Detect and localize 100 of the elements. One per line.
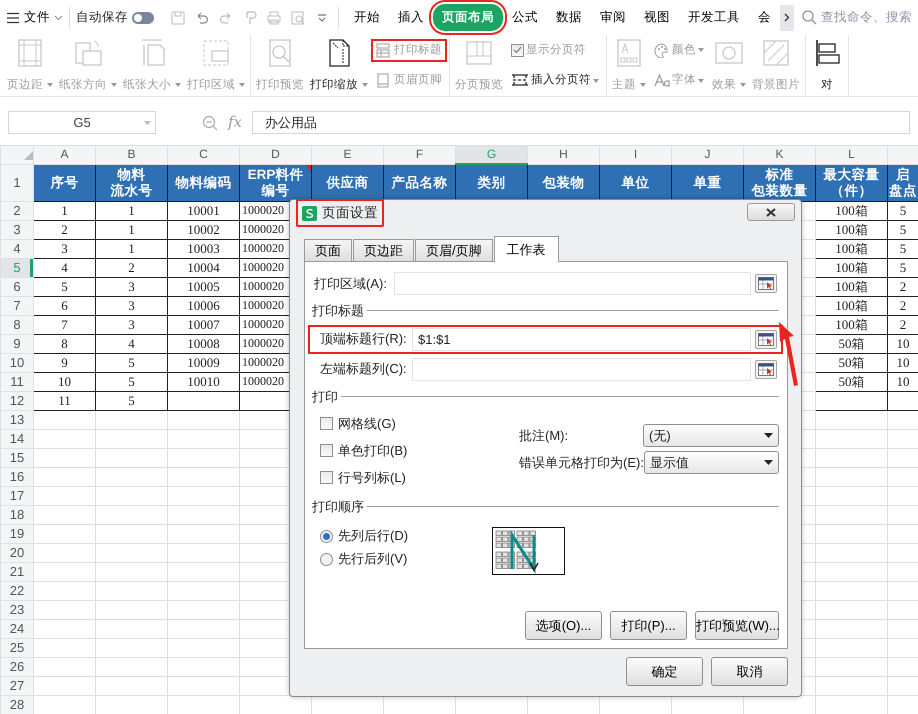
- ribbon-tab[interactable]: 视图: [635, 4, 679, 31]
- row-header[interactable]: 16: [0, 467, 34, 486]
- radio-button[interactable]: 先行后列(V): [320, 548, 492, 570]
- table-cell: 1: [96, 239, 168, 258]
- ribbon-button[interactable]: 对: [808, 35, 846, 96]
- ribbon-tab[interactable]: 开发工具: [679, 4, 749, 31]
- column-header[interactable]: H: [528, 146, 600, 164]
- print-preview-icon[interactable]: [290, 10, 306, 26]
- header-text: 编号: [260, 182, 290, 198]
- file-menu[interactable]: 文件: [6, 8, 63, 27]
- row-header[interactable]: 26: [0, 657, 34, 676]
- row-header[interactable]: 3: [0, 220, 34, 239]
- row-header[interactable]: 1: [0, 164, 34, 201]
- dropdown[interactable]: (无): [643, 424, 779, 447]
- table-cell: 5: [96, 391, 168, 410]
- field-label: 左端标题列(C):: [319, 360, 408, 378]
- dialog-button[interactable]: 取消: [711, 657, 788, 686]
- row-header[interactable]: 4: [0, 239, 34, 258]
- dialog-tab[interactable]: 工作表: [494, 236, 559, 262]
- radio-button[interactable]: 先列后行(D): [320, 524, 492, 548]
- ribbon-tab[interactable]: 审阅: [591, 4, 635, 31]
- print-icon[interactable]: [266, 10, 282, 26]
- table-cell: 5: [34, 277, 96, 296]
- row-header[interactable]: 20: [0, 543, 34, 562]
- row-header[interactable]: 15: [0, 448, 34, 467]
- row-header[interactable]: 25: [0, 638, 34, 657]
- row-header[interactable]: 14: [0, 429, 34, 448]
- ribbon-button[interactable]: 插入分页符: [506, 69, 604, 92]
- table-cell: 100箱: [816, 220, 888, 239]
- caret-icon: [698, 78, 704, 83]
- row-header[interactable]: 2: [0, 201, 34, 220]
- ribbon-button[interactable]: 打印缩放: [307, 35, 371, 96]
- row-header[interactable]: 17: [0, 486, 34, 505]
- ribbon-tab[interactable]: 数据: [547, 4, 591, 31]
- row-header[interactable]: 12: [0, 391, 34, 410]
- dialog-button[interactable]: 选项(O)...: [525, 611, 602, 640]
- header-text: 包装物: [541, 174, 586, 190]
- table-cell: 10005: [168, 277, 240, 296]
- row-header[interactable]: 23: [0, 600, 34, 619]
- column-header[interactable]: E: [312, 146, 384, 164]
- header-text: 产品名称: [390, 174, 448, 190]
- row-header[interactable]: 19: [0, 524, 34, 543]
- row-header[interactable]: 27: [0, 676, 34, 695]
- column-header[interactable]: D: [240, 146, 312, 164]
- ribbon-tab[interactable]: 公式: [503, 4, 547, 31]
- checkbox[interactable]: 单色打印(B): [320, 437, 502, 464]
- dialog-button[interactable]: 打印(P)...: [610, 611, 687, 640]
- ribbon-tab[interactable]: 开始: [345, 4, 389, 31]
- chevron-right-icon: [784, 13, 790, 22]
- table-cell: 3: [34, 239, 96, 258]
- close-button[interactable]: [747, 203, 795, 221]
- dialog-tab[interactable]: 页眉/页脚: [415, 239, 493, 261]
- dialog-tab[interactable]: 页边距: [353, 239, 414, 261]
- table-cell: 9: [34, 353, 96, 372]
- ribbon-tab[interactable]: 插入: [389, 4, 433, 31]
- table-cell: 1: [34, 201, 96, 220]
- check-icon: [513, 46, 522, 54]
- checkbox[interactable]: 网格线(G): [320, 410, 502, 437]
- row-header[interactable]: 8: [0, 315, 34, 334]
- range-select-button[interactable]: [755, 330, 777, 348]
- dialog-button[interactable]: 打印预览(W)...: [695, 611, 779, 640]
- range-picker-icon: [758, 362, 774, 376]
- range-select-button[interactable]: [755, 274, 777, 293]
- input-field[interactable]: [412, 358, 751, 380]
- input-field[interactable]: [394, 272, 751, 295]
- dropdown[interactable]: 显示值: [644, 451, 779, 474]
- column-header[interactable]: C: [168, 146, 240, 164]
- row-header[interactable]: 7: [0, 296, 34, 315]
- row-header[interactable]: 21: [0, 562, 34, 581]
- ribbon-tab[interactable]: 会: [749, 4, 780, 31]
- autosave-toggle[interactable]: [132, 12, 154, 24]
- input-field[interactable]: $1:$1: [412, 328, 751, 350]
- column-header[interactable]: A: [34, 146, 96, 164]
- name-box[interactable]: G5: [8, 111, 156, 134]
- column-header[interactable]: J: [672, 146, 744, 164]
- row-header[interactable]: 10: [0, 353, 34, 372]
- row-header[interactable]: 24: [0, 619, 34, 638]
- row-header[interactable]: 18: [0, 505, 34, 524]
- row-header[interactable]: 9: [0, 334, 34, 353]
- checkbox[interactable]: 行号列标(L): [320, 464, 502, 491]
- range-picker-icon: [758, 277, 774, 290]
- row-header[interactable]: 11: [0, 372, 34, 391]
- row-header[interactable]: 28: [0, 695, 34, 714]
- dialog-tab[interactable]: 页面: [304, 239, 352, 261]
- column-header[interactable]: K: [744, 146, 816, 164]
- row-header[interactable]: 22: [0, 581, 34, 600]
- table-cell: 7: [34, 315, 96, 334]
- column-header[interactable]: I: [600, 146, 672, 164]
- dialog-button[interactable]: 确定: [626, 657, 703, 686]
- section-heading: 打印标题: [312, 302, 364, 320]
- scroll-right-button[interactable]: [780, 4, 794, 30]
- save-icon[interactable]: [170, 10, 186, 26]
- table-cell: 2: [96, 258, 168, 277]
- row-header[interactable]: 6: [0, 277, 34, 296]
- formula-field[interactable]: 办公用品: [252, 111, 910, 134]
- row-header[interactable]: 13: [0, 410, 34, 429]
- column-header[interactable]: L: [816, 146, 888, 164]
- column-header[interactable]: B: [96, 146, 168, 164]
- column-header[interactable]: F: [384, 146, 456, 164]
- range-select-button[interactable]: [755, 360, 777, 378]
